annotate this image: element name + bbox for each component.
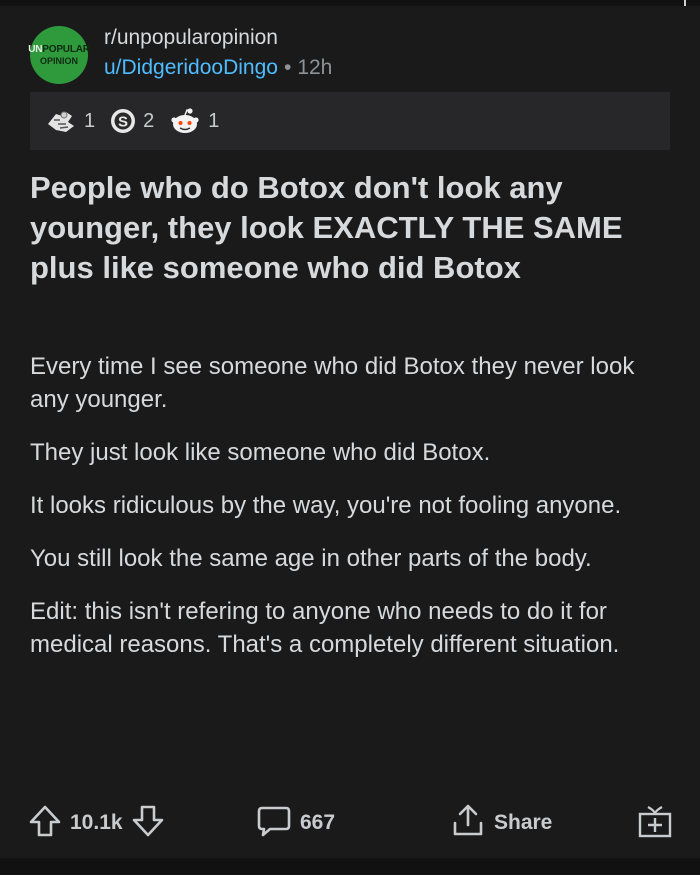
subreddit-avatar[interactable]: UNPOPULAR OPINION bbox=[28, 26, 90, 84]
svg-text:S: S bbox=[118, 114, 128, 131]
comments-button[interactable]: 667 bbox=[256, 798, 335, 848]
subreddit-avatar-line2: OPINION bbox=[39, 55, 78, 66]
share-label: Share bbox=[494, 811, 553, 834]
action-bar: 10.1k 667 Share bbox=[0, 798, 700, 848]
comment-count: 667 bbox=[300, 811, 336, 834]
award-count: 1 bbox=[208, 109, 220, 132]
give-award-button[interactable] bbox=[637, 798, 673, 848]
author-link[interactable]: u/DidgeridooDingo bbox=[104, 56, 278, 79]
award-count: 2 bbox=[143, 109, 155, 132]
silver-award-icon: S bbox=[109, 107, 137, 135]
post-meta: u/DidgeridooDingo • 12h bbox=[104, 56, 332, 80]
body-paragraph: It looks ridiculous by the way, you're n… bbox=[30, 492, 622, 519]
give-award-icon bbox=[637, 803, 673, 844]
award-helpful-hands[interactable]: 1 bbox=[44, 106, 95, 136]
vote-score: 10.1k bbox=[70, 811, 123, 834]
subreddit-name[interactable]: r/unpopularopinion bbox=[104, 26, 278, 50]
award-count: 1 bbox=[84, 109, 96, 132]
post-card: UNPOPULAR OPINION r/unpopularopinion u/D… bbox=[0, 6, 700, 875]
share-icon bbox=[450, 803, 486, 844]
award-silver[interactable]: S 2 bbox=[109, 107, 154, 135]
post-body: Every time I see someone who did Botox t… bbox=[30, 350, 670, 681]
post-age: 12h bbox=[297, 56, 333, 79]
body-paragraph: You still look the same age in other par… bbox=[30, 545, 592, 572]
post-title[interactable]: People who do Botox don't look any young… bbox=[30, 168, 670, 288]
awards-strip[interactable]: 1 S 2 1 bbox=[30, 92, 670, 150]
avatar-popular-text: POPULAR bbox=[42, 43, 90, 55]
snoo-wholesome-award-icon bbox=[168, 106, 202, 136]
meta-separator: • bbox=[283, 56, 292, 79]
body-paragraph: Edit: this isn't refering to anyone who … bbox=[30, 598, 620, 658]
upvote-arrow-icon[interactable] bbox=[28, 804, 62, 843]
bottom-edge bbox=[0, 858, 700, 875]
body-paragraph: Every time I see someone who did Botox t… bbox=[30, 353, 635, 413]
vote-group: 10.1k bbox=[28, 798, 165, 848]
avatar-un-text: UN bbox=[28, 43, 43, 55]
award-wholesome[interactable]: 1 bbox=[168, 106, 219, 136]
subreddit-avatar-line1: UNPOPULAR bbox=[28, 43, 90, 55]
downvote-arrow-icon[interactable] bbox=[131, 804, 165, 843]
share-button[interactable]: Share bbox=[450, 798, 552, 848]
helpful-hands-award-icon bbox=[44, 106, 78, 136]
comment-bubble-icon bbox=[256, 804, 292, 843]
body-paragraph: They just look like someone who did Boto… bbox=[30, 439, 491, 466]
